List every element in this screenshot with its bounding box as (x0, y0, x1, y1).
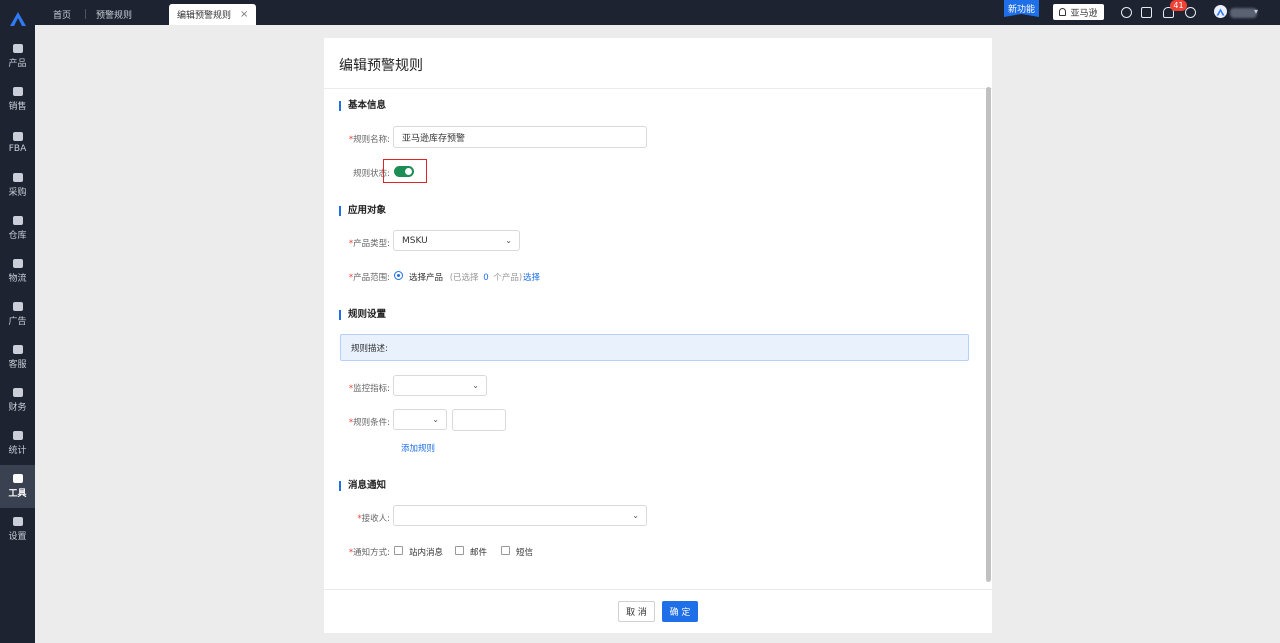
notify-email-checkbox[interactable] (455, 546, 464, 555)
notify-method-label: *通知方式: (348, 548, 390, 558)
notify-email-label: 邮件 (470, 548, 488, 558)
sidebar-item-fba[interactable]: FBA (0, 121, 35, 164)
receiver-label: *接收人: (357, 514, 390, 524)
logo-icon (9, 12, 26, 26)
bug-icon[interactable] (1141, 7, 1152, 18)
gear-icon (12, 517, 23, 526)
section-notification: 消息通知 (339, 481, 386, 491)
section-rule-settings: 规则设置 (339, 310, 386, 320)
tab-separator (85, 9, 86, 19)
storage-icon (12, 216, 23, 225)
chevron-down-icon: ⌄ (505, 236, 512, 245)
receiver-select[interactable]: ⌄ (393, 505, 647, 526)
headset-icon[interactable] (1185, 7, 1196, 18)
tab-edit-alert-rule[interactable]: 编辑预警规则 × (169, 4, 257, 25)
username-blurred[interactable] (1230, 8, 1257, 18)
sidebar-item-sales[interactable]: 销售 (0, 78, 35, 121)
sidebar-item-warehouse[interactable]: 仓库 (0, 207, 35, 250)
condition-operator-select[interactable]: ⌄ (393, 409, 447, 430)
avatar-logo-icon (1216, 8, 1225, 15)
shop-icon (12, 87, 23, 96)
sidebar-item-tools[interactable]: 工具 (0, 465, 35, 508)
notify-site-checkbox[interactable] (394, 546, 403, 555)
ad-icon (12, 302, 23, 311)
logo[interactable] (0, 0, 35, 38)
sidebar-item-service[interactable]: 客服 (0, 336, 35, 379)
section-target: 应用对象 (339, 206, 386, 216)
notification-badge: 41 (1170, 0, 1187, 11)
notify-sms-label: 短信 (516, 548, 534, 558)
product-type-select[interactable]: MSKU ⌄ (393, 230, 520, 251)
sidebar-item-stats[interactable]: 统计 (0, 422, 35, 465)
page-title: 编辑预警规则 (339, 58, 423, 74)
user-icon (1059, 8, 1067, 16)
money-icon (12, 388, 23, 397)
chevron-down-icon: ⌄ (472, 381, 479, 390)
condition-value-input[interactable] (452, 409, 506, 431)
select-products-link[interactable]: 选择 (523, 271, 540, 283)
download-icon[interactable] (1121, 7, 1132, 18)
scope-text: 选择产品 (已选择 0 个产品) (409, 273, 523, 283)
pie-icon (12, 431, 23, 440)
sidebar-item-logistics[interactable]: 物流 (0, 250, 35, 293)
section-basic-info: 基本信息 (339, 101, 386, 111)
cart-icon (12, 173, 23, 182)
rule-name-input[interactable]: 亚马逊库存预警 (393, 126, 647, 148)
edit-rule-panel: 编辑预警规则 基本信息 *规则名称: 亚马逊库存预警 规则状态: 应用对象 *产… (324, 38, 992, 633)
monitor-label: *监控指标: (348, 384, 390, 394)
notify-site-label: 站内消息 (409, 548, 444, 558)
sidebar-item-settings[interactable]: 设置 (0, 508, 35, 551)
scope-radio[interactable] (394, 271, 403, 280)
sidebar-item-ads[interactable]: 广告 (0, 293, 35, 336)
sidebar: 产品 销售 FBA 采购 仓库 物流 广告 客服 财务 统计 工具 设置 (0, 0, 35, 643)
warehouse-icon (12, 131, 23, 141)
chevron-down-icon: ⌄ (432, 415, 439, 424)
divider (324, 88, 992, 89)
add-rule-link[interactable]: 添加规则 (401, 442, 435, 454)
monitor-select[interactable]: ⌄ (393, 375, 487, 396)
confirm-button[interactable]: 确 定 (662, 601, 698, 622)
avatar[interactable] (1214, 5, 1227, 18)
sidebar-item-product[interactable]: 产品 (0, 35, 35, 78)
highlight-box (383, 159, 427, 183)
rule-description-box: 规则描述: (340, 334, 969, 361)
chevron-down-icon: ⌄ (632, 511, 639, 520)
product-type-label: *产品类型: (348, 239, 390, 249)
close-icon[interactable]: × (240, 9, 248, 20)
wrench-icon (12, 474, 23, 483)
tab-home[interactable]: 首页 (53, 4, 71, 25)
tab-alert-rules[interactable]: 预警规则 (96, 4, 132, 25)
mail-icon (12, 345, 23, 354)
truck-icon (12, 259, 23, 268)
chevron-down-icon[interactable]: ▾ (1254, 7, 1258, 16)
scrollbar[interactable] (986, 87, 991, 582)
box-icon (12, 44, 23, 53)
product-scope-label: *产品范围: (348, 273, 390, 283)
footer-divider (324, 589, 992, 590)
shop-switch-button[interactable]: 亚马逊 (1053, 4, 1104, 20)
sidebar-item-purchase[interactable]: 采购 (0, 164, 35, 207)
cancel-button[interactable]: 取 消 (618, 601, 655, 622)
sidebar-item-finance[interactable]: 财务 (0, 379, 35, 422)
condition-label: *规则条件: (348, 418, 390, 428)
notify-sms-checkbox[interactable] (501, 546, 510, 555)
rule-name-label: *规则名称: (348, 135, 390, 145)
